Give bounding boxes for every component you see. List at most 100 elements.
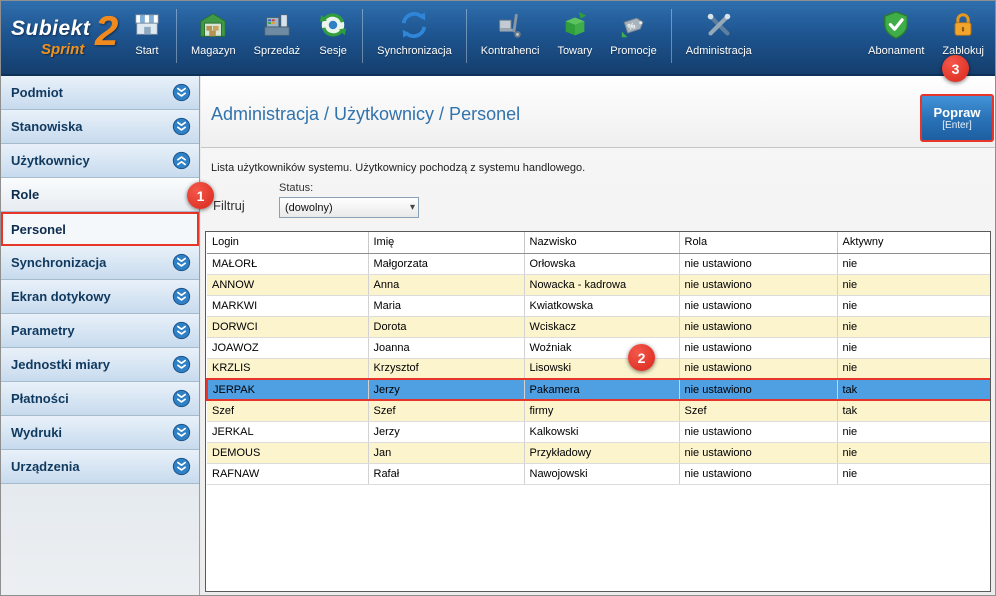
cell-nazwisko: Pakamera <box>524 379 679 400</box>
toolbar-item-synchronizacja[interactable]: Synchronizacja <box>368 7 461 71</box>
column-header-0[interactable]: Login <box>207 232 368 253</box>
sidebar-item-ekran-dotykowy[interactable]: Ekran dotykowy <box>1 280 199 314</box>
annotation-badge-1: 1 <box>187 182 214 209</box>
column-header-4[interactable]: Aktywny <box>837 232 991 253</box>
sidebar-item-platnosci[interactable]: Płatności <box>1 382 199 416</box>
cell-imie: Krzysztof <box>368 358 524 379</box>
filter-label: Filtruj <box>213 198 245 213</box>
column-header-3[interactable]: Rola <box>679 232 837 253</box>
table-row[interactable]: JERKALJerzyKalkowskinie ustawiononie <box>207 421 991 442</box>
toolbar-item-label: Zablokuj <box>942 45 984 57</box>
cell-login: DORWCI <box>207 316 368 337</box>
table-row[interactable]: KRZLISKrzysztofLisowskinie ustawiononie <box>207 358 991 379</box>
chevron-down-icon[interactable] <box>172 355 191 374</box>
table-row[interactable]: JOAWOZJoannaWoźniaknie ustawiononie <box>207 337 991 358</box>
sessions-icon <box>318 10 348 40</box>
toolbar-item-label: Abonament <box>868 45 924 57</box>
cell-login: RAFNAW <box>207 463 368 484</box>
toolbar-item-start[interactable]: Start <box>123 7 171 71</box>
popraw-button[interactable]: Popraw [Enter] <box>920 94 994 142</box>
toolbar-item-towary[interactable]: Towary <box>548 7 601 71</box>
sidebar-item-label: Jednostki miary <box>11 357 110 372</box>
main-header: Administracja / Użytkownicy / Personel P… <box>201 76 996 148</box>
cell-imie: Jerzy <box>368 421 524 442</box>
table-row[interactable]: SzefSzeffirmySzeftak <box>207 400 991 421</box>
cell-aktywny: nie <box>837 421 991 442</box>
table-row[interactable]: MAŁORŁMałgorzataOrłowskanie ustawiononie <box>207 253 991 274</box>
table-header-row: LoginImięNazwiskoRolaAktywny <box>207 232 991 253</box>
cell-rola: nie ustawiono <box>679 337 837 358</box>
sidebar-item-parametry[interactable]: Parametry <box>1 314 199 348</box>
chevron-down-icon[interactable] <box>172 287 191 306</box>
chevron-down-icon[interactable] <box>172 253 191 272</box>
lock-icon <box>948 10 978 40</box>
cell-rola: nie ustawiono <box>679 421 837 442</box>
sidebar-item-personel[interactable]: Personel <box>1 212 199 246</box>
column-header-1[interactable]: Imię <box>368 232 524 253</box>
cell-nazwisko: Lisowski <box>524 358 679 379</box>
brand-edition: Sprint <box>41 41 84 58</box>
chevron-down-icon[interactable] <box>172 389 191 408</box>
cell-login: Szef <box>207 400 368 421</box>
cell-rola: Szef <box>679 400 837 421</box>
toolbar-item-label: Start <box>135 45 158 57</box>
table-row[interactable]: RAFNAWRafałNawojowskinie ustawiononie <box>207 463 991 484</box>
chevron-down-icon[interactable] <box>172 83 191 102</box>
table-row[interactable]: DORWCIDorotaWciskacznie ustawiononie <box>207 316 991 337</box>
sidebar-item-wydruki[interactable]: Wydruki <box>1 416 199 450</box>
chevron-down-icon[interactable] <box>172 117 191 136</box>
cell-nazwisko: Woźniak <box>524 337 679 358</box>
sync-icon <box>399 10 429 40</box>
cell-imie: Joanna <box>368 337 524 358</box>
toolbar-item-sesje[interactable]: Sesje <box>309 7 357 71</box>
app-logo: Subiekt 2 Sprint <box>11 11 123 65</box>
table-row[interactable]: MARKWIMariaKwiatkowskanie ustawiononie <box>207 295 991 316</box>
toolbar-item-kontrahenci[interactable]: Kontrahenci <box>472 7 549 71</box>
chevron-down-icon[interactable] <box>172 321 191 340</box>
column-header-2[interactable]: Nazwisko <box>524 232 679 253</box>
sidebar-item-jednostki-miary[interactable]: Jednostki miary <box>1 348 199 382</box>
sidebar-item-uzytkownicy[interactable]: Użytkownicy <box>1 144 199 178</box>
chevron-down-icon[interactable] <box>172 457 191 476</box>
cell-login: DEMOUS <box>207 442 368 463</box>
sidebar-item-stanowiska[interactable]: Stanowiska <box>1 110 199 144</box>
chevron-up-icon[interactable] <box>172 151 191 170</box>
cell-aktywny: nie <box>837 274 991 295</box>
cell-rola: nie ustawiono <box>679 274 837 295</box>
toolbar-item-label: Sprzedaż <box>254 45 300 57</box>
table-row[interactable]: DEMOUSJanPrzykładowynie ustawiononie <box>207 442 991 463</box>
brand-name: Subiekt <box>11 17 90 41</box>
toolbar-item-sprzedaz[interactable]: Sprzedaż <box>245 7 309 71</box>
cell-imie: Maria <box>368 295 524 316</box>
chevron-down-icon[interactable] <box>172 423 191 442</box>
toolbar-divider <box>466 9 467 63</box>
toolbar-item-label: Sesje <box>319 45 347 57</box>
cell-imie: Dorota <box>368 316 524 337</box>
cell-login: JERPAK <box>207 379 368 400</box>
toolbar-item-promocje[interactable]: %Promocje <box>601 7 665 71</box>
sidebar-item-synchronizacja[interactable]: Synchronizacja <box>1 246 199 280</box>
status-dropdown[interactable]: (dowolny) ▾ <box>279 197 419 218</box>
sidebar-navigation: Podmiot Stanowiska UżytkownicyRolePersonel… <box>1 76 200 596</box>
chevron-down-icon: ▾ <box>410 202 415 213</box>
toolbar-divider <box>176 9 177 63</box>
cell-aktywny: nie <box>837 358 991 379</box>
sidebar-item-urzadzenia[interactable]: Urządzenia <box>1 450 199 484</box>
cell-login: JERKAL <box>207 421 368 442</box>
popraw-button-shortcut: [Enter] <box>942 120 971 131</box>
cell-imie: Jan <box>368 442 524 463</box>
cell-nazwisko: Orłowska <box>524 253 679 274</box>
sidebar-item-podmiot[interactable]: Podmiot <box>1 76 199 110</box>
store-icon <box>132 10 162 40</box>
cell-aktywny: tak <box>837 379 991 400</box>
toolbar-item-magazyn[interactable]: Magazyn <box>182 7 245 71</box>
toolbar-item-abonament[interactable]: Abonament <box>859 7 933 71</box>
sidebar-item-label: Stanowiska <box>11 119 83 134</box>
cell-login: MAŁORŁ <box>207 253 368 274</box>
table-row[interactable]: ANNOWAnnaNowacka - kadrowanie ustawionon… <box>207 274 991 295</box>
status-label: Status: <box>279 182 313 194</box>
table-row-selected[interactable]: JERPAKJerzyPakameranie ustawionotak <box>207 379 991 400</box>
toolbar-item-administracja[interactable]: Administracja <box>677 7 761 71</box>
cell-aktywny: tak <box>837 400 991 421</box>
sidebar-item-role[interactable]: Role <box>1 178 199 212</box>
